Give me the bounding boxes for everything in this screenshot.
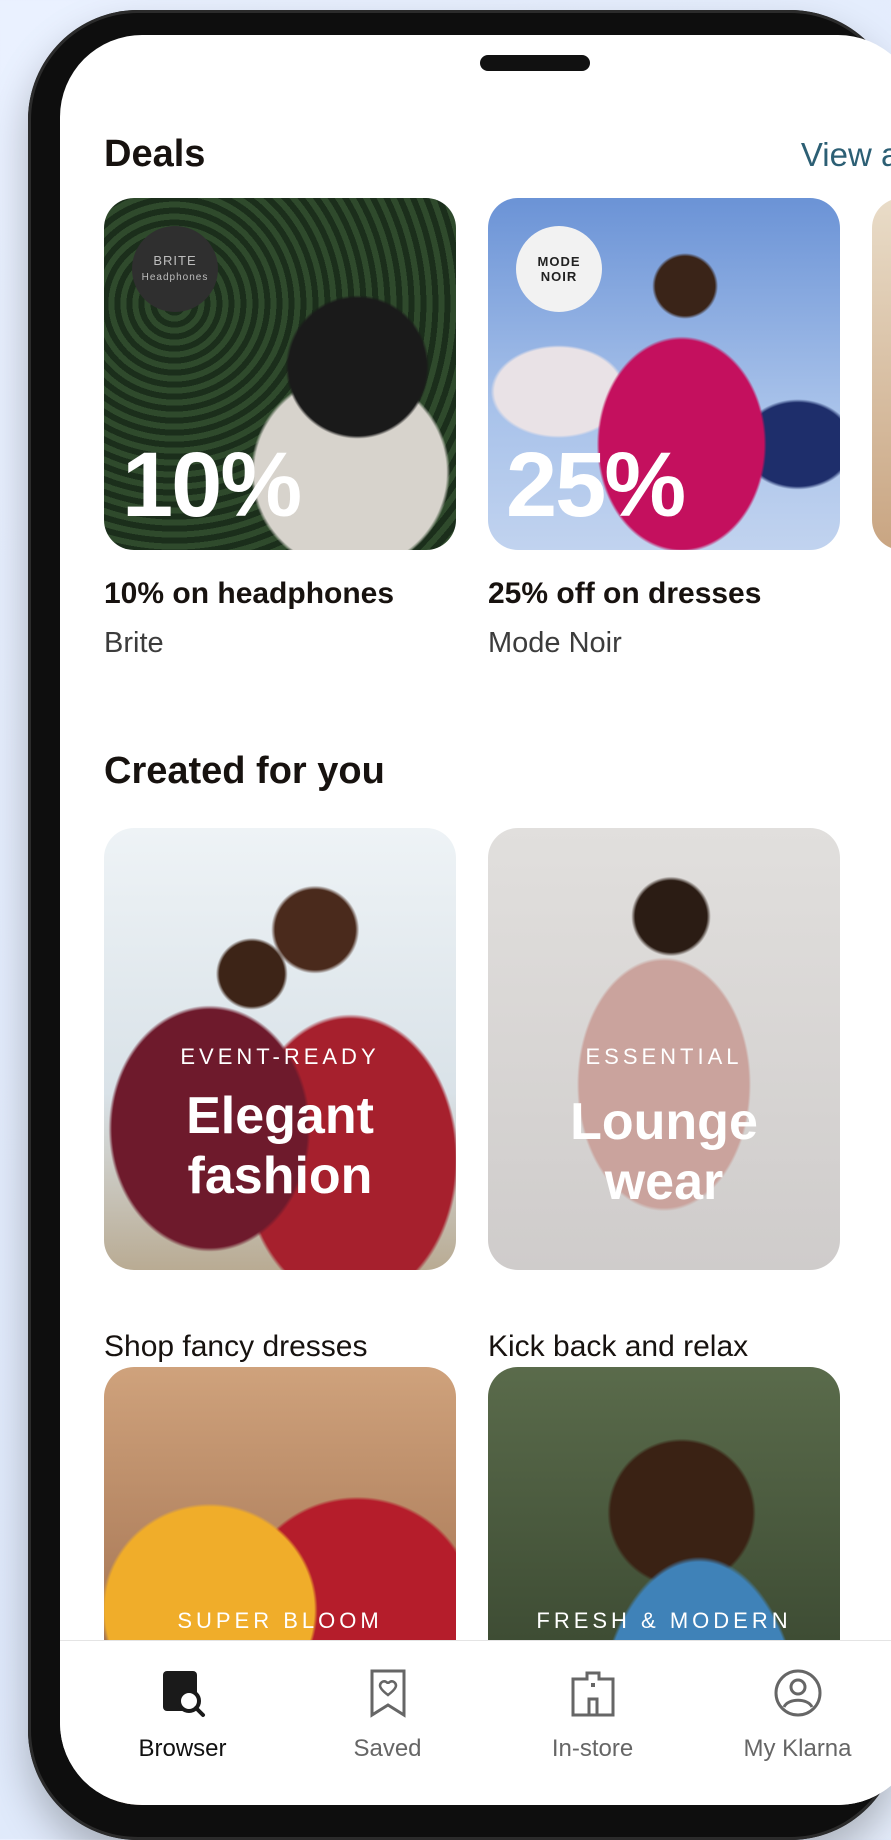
deals-title: Deals: [104, 133, 205, 176]
deal-title[interactable]: 10% on headphones: [104, 577, 394, 611]
nav-in-store[interactable]: In-store: [498, 1641, 688, 1805]
badge-subtext: NOIR: [541, 269, 578, 284]
nav-saved[interactable]: Saved: [293, 1641, 483, 1805]
app-screen: Deals View all BRITE Headphones 10% 10% o…: [60, 35, 891, 1805]
card-tag: SUPER BLOOM: [104, 1608, 456, 1634]
deal-card-headphones[interactable]: BRITE Headphones 10%: [104, 198, 456, 550]
nav-label: Saved: [293, 1735, 483, 1763]
headline-line: fashion: [188, 1147, 373, 1205]
deal-title[interactable]: 25% off on dresses: [488, 577, 761, 611]
collection-card-lounge-wear[interactable]: ESSENTIAL Lounge wear: [488, 828, 840, 1270]
badge-text: MODE: [538, 254, 581, 269]
badge-text: BRITE: [153, 253, 196, 268]
store-icon: [565, 1665, 621, 1721]
view-all-link[interactable]: View all: [801, 136, 891, 174]
deals-header: Deals View all: [104, 133, 891, 176]
nav-label: In-store: [498, 1735, 688, 1763]
bottom-nav: Browser Saved In-store My Klarna: [60, 1640, 891, 1805]
headline-line: wear: [605, 1153, 724, 1211]
deal-card-partial[interactable]: [872, 198, 891, 550]
brand-badge-brite: BRITE Headphones: [132, 226, 218, 312]
card-headline: Elegant fashion: [104, 1086, 456, 1206]
badge-subtext: Headphones: [142, 272, 209, 283]
card-tag: FRESH & MODERN: [488, 1608, 840, 1634]
card-headline: Lounge wear: [488, 1092, 840, 1212]
card-caption[interactable]: Kick back and relax: [488, 1330, 748, 1364]
deal-merchant: Mode Noir: [488, 627, 622, 660]
nav-label: Browser: [88, 1735, 278, 1763]
deal-card-dresses[interactable]: MODENOIR 25%: [488, 198, 840, 550]
browser-search-icon: [155, 1665, 211, 1721]
created-header: Created for you: [104, 750, 891, 793]
headline-line: Elegant: [186, 1087, 374, 1145]
card-caption[interactable]: Shop fancy dresses: [104, 1330, 367, 1364]
profile-icon: [770, 1665, 826, 1721]
nav-label: My Klarna: [703, 1735, 891, 1763]
headline-line: Lounge: [570, 1093, 758, 1151]
deal-percent: 10%: [122, 433, 300, 538]
card-tag: EVENT-READY: [104, 1044, 456, 1070]
brand-badge-mode-noir: MODENOIR: [516, 226, 602, 312]
nav-browser[interactable]: Browser: [88, 1641, 278, 1805]
collection-card-elegant-fashion[interactable]: EVENT-READY Elegant fashion: [104, 828, 456, 1270]
notch: [480, 55, 590, 71]
nav-my-klarna[interactable]: My Klarna: [703, 1641, 891, 1805]
deal-merchant: Brite: [104, 627, 164, 660]
saved-heart-icon: [360, 1665, 416, 1721]
deal-percent: 25%: [506, 433, 684, 538]
card-tag: ESSENTIAL: [488, 1044, 840, 1070]
created-title: Created for you: [104, 750, 385, 793]
